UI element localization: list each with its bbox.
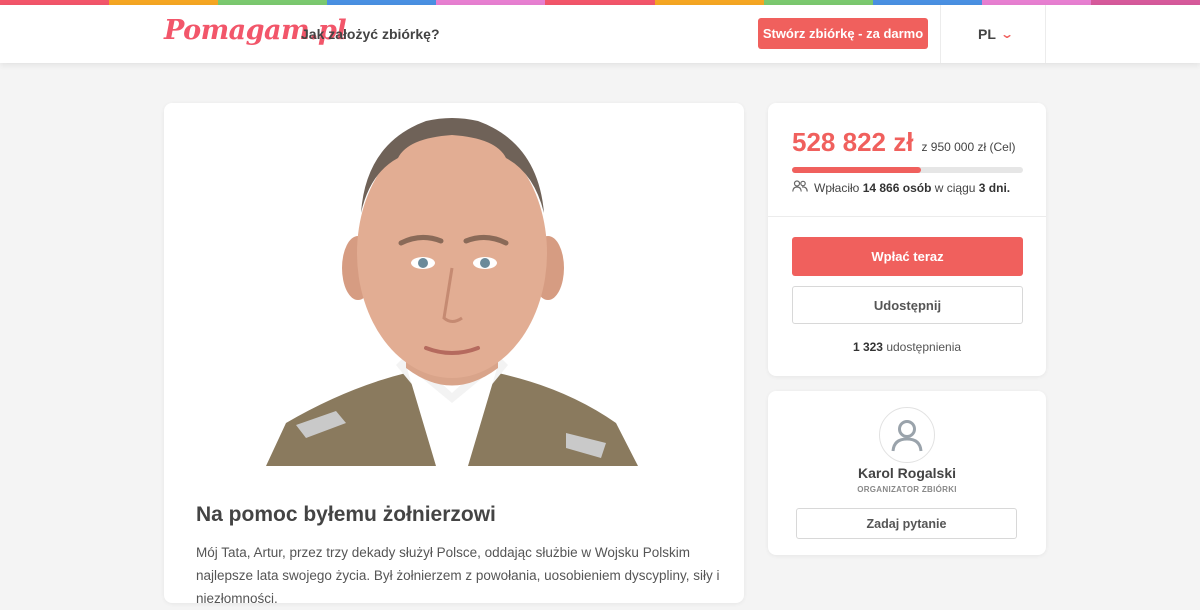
goal-amount: z 950 000 zł (Cel) <box>921 140 1016 154</box>
create-fundraiser-button[interactable]: Stwórz zbiórkę - za darmo <box>758 18 928 49</box>
campaign-photo <box>266 103 638 466</box>
campaign-title: Na pomoc byłemu żołnierzowi <box>196 503 496 526</box>
shares-count: 1 323 <box>852 340 883 354</box>
progress-fill <box>792 167 921 173</box>
donate-now-button[interactable]: Wpłać teraz <box>792 237 1023 276</box>
organizer-card: Karol Rogalski ORGANIZATOR ZBIÓRKI Zadaj… <box>768 391 1046 555</box>
progress-bar <box>792 167 1023 173</box>
stats-divider <box>768 216 1046 217</box>
campaign-card: Na pomoc byłemu żołnierzowi Mój Tata, Ar… <box>164 103 744 606</box>
share-button[interactable]: Udostępnij <box>792 286 1023 324</box>
donors-days: 3 dni. <box>978 180 1011 195</box>
organizer-name[interactable]: Karol Rogalski <box>768 465 1046 481</box>
shares-label: udostępnienia <box>886 340 962 354</box>
shares-count-text: 1 323 udostępnienia <box>768 340 1046 354</box>
language-label: PL <box>978 26 996 42</box>
amount-row: 528 822 zł z 950 000 zł (Cel) <box>792 127 1015 158</box>
user-icon <box>891 420 923 452</box>
organizer-role: ORGANIZATOR ZBIÓRKI <box>857 485 957 494</box>
nav-divider <box>1045 5 1046 63</box>
how-to-start-link[interactable]: Jak założyć zbiórkę? <box>301 26 440 42</box>
language-selector[interactable]: PL ⌄ <box>978 26 1014 42</box>
people-icon <box>792 180 808 195</box>
ask-question-button[interactable]: Zadaj pytanie <box>796 508 1017 539</box>
chevron-down-icon: ⌄ <box>999 27 1014 41</box>
donors-count: 14 866 osób <box>862 180 932 195</box>
donors-prefix: Wpłaciło <box>814 180 860 195</box>
raised-amount: 528 822 zł <box>792 127 914 157</box>
campaign-description: Mój Tata, Artur, przez trzy dekady służy… <box>196 545 720 606</box>
nav-divider <box>940 5 941 63</box>
donation-stats-card: 528 822 zł z 950 000 zł (Cel) Wpłaciło 1… <box>768 103 1046 376</box>
donors-info: Wpłaciło 14 866 osób w ciągu 3 dni. <box>792 180 1010 195</box>
donors-mid: w ciągu <box>934 180 976 195</box>
top-navbar: Pomagam.pl Jak założyć zbiórkę? Stwórz z… <box>0 5 1200 63</box>
avatar <box>879 407 935 463</box>
